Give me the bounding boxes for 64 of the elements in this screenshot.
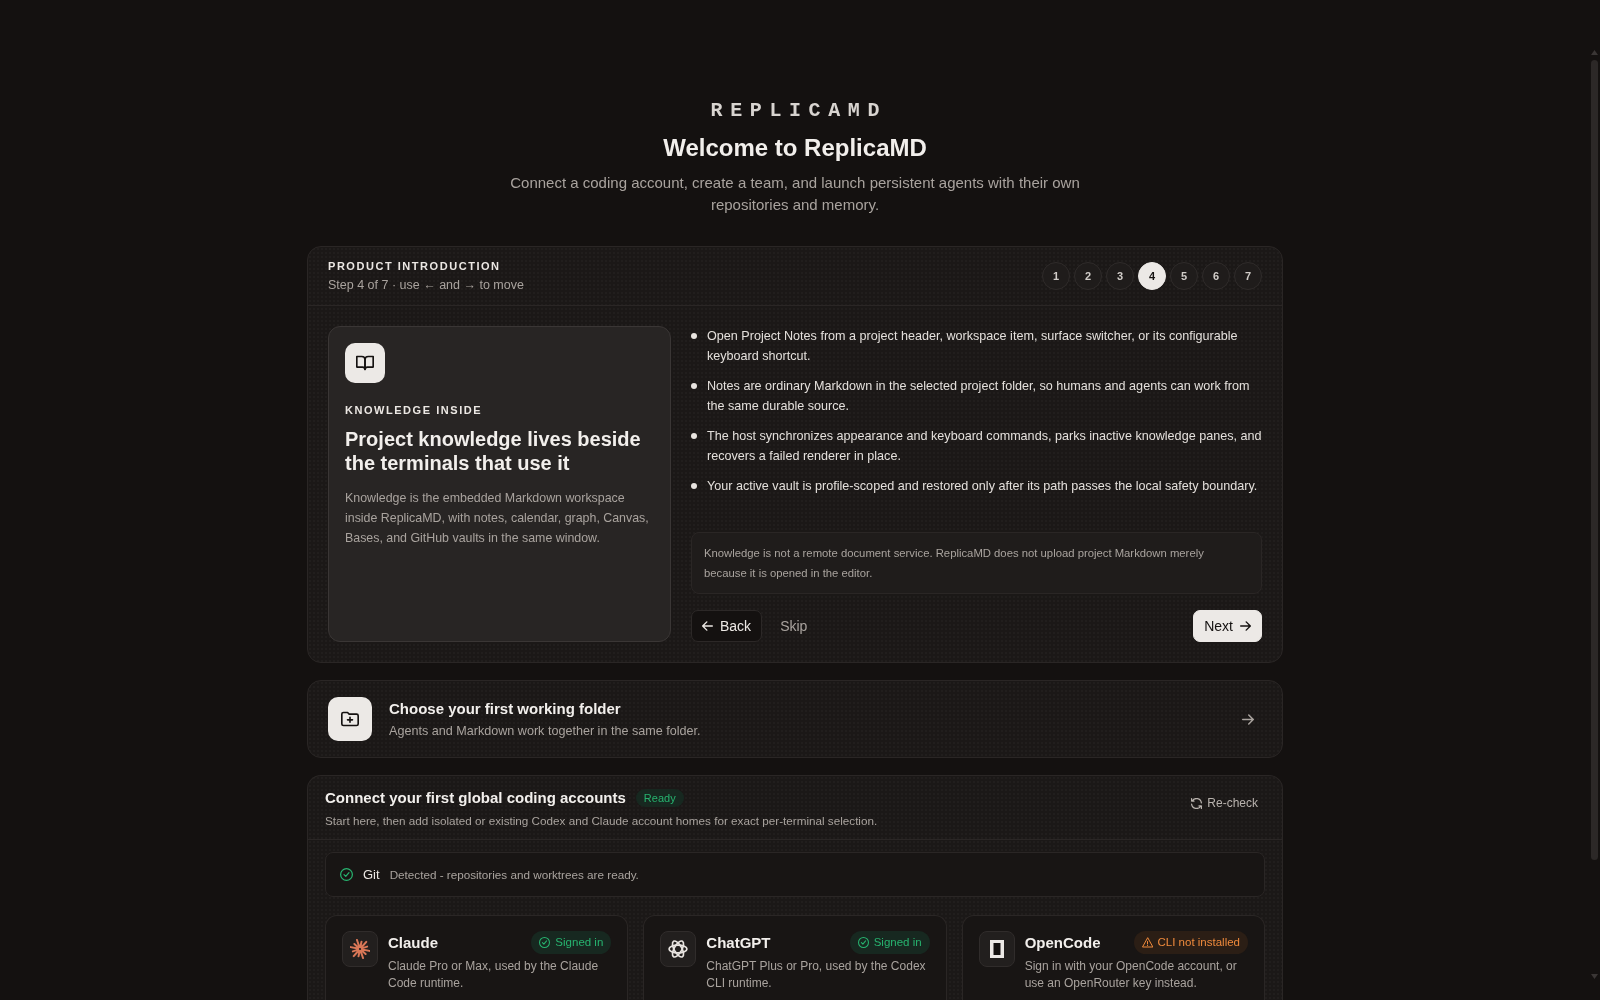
step-button[interactable]: 3 [1106,262,1134,290]
refresh-icon [1191,797,1203,809]
atom-icon [660,931,697,967]
tool-name: Git [363,865,380,884]
folder-plus-icon [328,697,372,741]
section-eyebrow: PRODUCT INTRODUCTION [328,259,502,274]
status-text: Signed in [873,934,922,950]
accounts-subtitle: Start here, then add isolated or existing Codex and Claude account homes for exact per-terminal selection. [325,813,878,829]
bullet-icon [691,383,697,389]
bullet-text: Notes are ordinary Markdown in the selected project folder, so humans and agents can work from the same durable source. [707,378,1251,415]
feature-eyebrow: KNOWLEDGE INSIDE [345,403,484,418]
recheck-button[interactable]: Re-check [1185,792,1264,814]
logo-wordmark: REPLICAMD [709,98,887,124]
step-progress-text: Step 4 of 7 · use ← and → to move [328,277,524,294]
warning-icon [1141,937,1153,948]
page-subtitle: Connect a coding account, create a team, and launch persistent agents with their own repositories and memory. [509,173,1081,215]
square-icon [978,931,1015,967]
step-button[interactable]: 1 [1042,262,1070,290]
folder-title: Choose your first working folder [389,698,622,719]
arrow-right-icon [1240,621,1251,631]
step-button[interactable]: 2 [1074,262,1102,290]
tool-description: Detected - repositories and worktrees are ready. [389,866,639,883]
scrollbar-thumb[interactable] [1591,60,1598,860]
arrow-right-icon [1242,713,1254,725]
provider-card[interactable]: Claude Signed in Claude Pro or Max, used by the Claude Code runtime. [325,915,629,1000]
check-circle-icon [857,937,869,948]
info-note: Knowledge is not a remote document service. ReplicaMD does not upload project Markdown merely because it is opened in the editor. [691,532,1262,594]
bullet-icon [691,333,697,339]
folder-card[interactable]: Choose your first working folder Agents and Markdown work together in the same folder. [307,680,1283,758]
provider-description: ChatGPT Plus or Pro, used by the Codex CLI runtime. [706,958,927,992]
scroll-up-icon[interactable] [1591,50,1598,55]
page-title: Welcome to ReplicaMD [662,133,928,163]
accounts-title: Connect your first global coding accounts [325,788,626,808]
next-button[interactable]: Next [1193,610,1262,642]
folder-subtitle: Agents and Markdown work together in the same folder. [389,722,701,740]
status-badge: Ready [635,789,684,807]
step-button[interactable]: 7 [1234,262,1262,290]
bullet-icon [691,433,697,439]
provider-name: OpenCode [1024,933,1101,953]
check-circle-icon [340,868,353,881]
provider-name: ChatGPT [706,933,771,953]
scroll-down-icon[interactable] [1591,974,1598,979]
bullet-text: Your active vault is profile-scoped and restored only after its path passes the local safety boundary. [707,478,1258,495]
starburst-icon [342,931,378,967]
back-button[interactable]: Back [691,610,763,642]
provider-card[interactable]: ChatGPT Signed in ChatGPT Plus or Pro, used by the Codex CLI runtime. [643,915,947,1000]
status-text: Signed in [555,934,604,950]
bullet-text: The host synchronizes appearance and keyboard commands, parks inactive knowledge panes, and recovers a failed renderer in place. [707,428,1262,465]
provider-name: Claude [388,933,438,953]
provider-description: Claude Pro or Max, used by the Claude Code runtime. [388,958,600,992]
feature-description: Knowledge is the embedded Markdown workspace inside ReplicaMD, with notes, calendar, graph, Canvas, Bases, and GitHub vaults in the same window. [345,490,650,547]
bullet-text: Open Project Notes from a project header, workspace item, surface switcher, or its configurable keyboard shortcut. [707,328,1239,365]
status-text: CLI not installed [1157,934,1240,950]
check-circle-icon [539,937,551,948]
bullet-icon [691,483,697,489]
arrow-left-icon [702,621,713,631]
step-button[interactable]: 5 [1170,262,1198,290]
feature-title: Project knowledge lives beside the terminals that use it [345,427,642,475]
provider-description: Sign in with your OpenCode account, or use an OpenRouter key instead. [1024,958,1238,992]
book-icon [345,343,385,383]
step-button[interactable]: 4 [1138,262,1166,290]
provider-card[interactable]: OpenCode CLI not installed Sign in with your OpenCode account, or use an OpenRouter key instead. [961,915,1265,1000]
skip-button[interactable]: Skip [772,610,816,642]
step-button[interactable]: 6 [1202,262,1230,290]
